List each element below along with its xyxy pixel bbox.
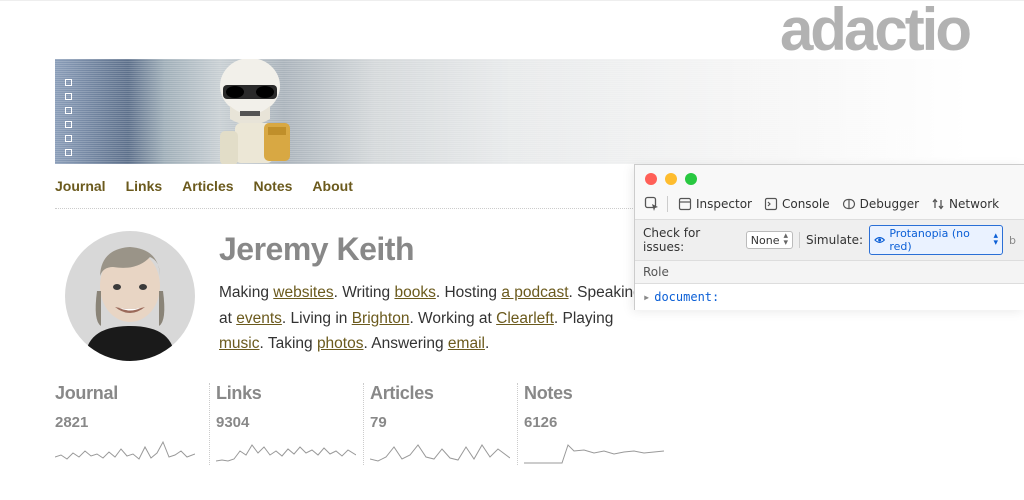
nav-about[interactable]: About (312, 178, 352, 194)
devtools-tabs: Inspector Console Debugger Network (635, 191, 1024, 220)
eye-icon (874, 235, 885, 245)
stat-links[interactable]: Links 9304 (209, 383, 363, 465)
tree-node-document[interactable]: document: (654, 290, 719, 304)
simulate-select[interactable]: Protanopia (no red) ▴▾ (869, 225, 1003, 255)
link-websites[interactable]: websites (273, 284, 333, 301)
nav-articles[interactable]: Articles (182, 178, 233, 194)
role-column-header: Role (635, 261, 1024, 284)
link-brighton[interactable]: Brighton (352, 310, 410, 327)
stat-journal[interactable]: Journal 2821 (55, 383, 209, 465)
site-title[interactable]: adactio (780, 0, 969, 64)
header-banner (55, 59, 969, 164)
link-email[interactable]: email (448, 335, 485, 352)
profile-name: Jeremy Keith (219, 231, 659, 268)
stat-notes[interactable]: Notes 6126 (517, 383, 671, 465)
truncated-text: b (1009, 234, 1016, 247)
profile-avatar (65, 231, 195, 361)
minimize-icon[interactable] (665, 173, 677, 185)
nav-notes[interactable]: Notes (254, 178, 293, 194)
tab-network[interactable]: Network (927, 195, 1003, 213)
profile-bio: Jeremy Keith Making websites. Writing bo… (219, 231, 659, 361)
link-podcast[interactable]: a podcast (501, 284, 568, 301)
sparkline (55, 437, 195, 465)
link-clearleft[interactable]: Clearleft (496, 310, 554, 327)
debugger-icon (842, 197, 856, 211)
stat-count: 2821 (55, 414, 209, 431)
issues-label: Check for issues: (643, 226, 740, 254)
element-picker-icon[interactable] (643, 195, 661, 213)
stat-count: 9304 (216, 414, 363, 431)
devtools-panel: Inspector Console Debugger Network Check… (634, 164, 1024, 310)
tab-inspector[interactable]: Inspector (674, 195, 756, 213)
link-events[interactable]: events (236, 310, 282, 327)
nav-links[interactable]: Links (126, 178, 163, 194)
stat-label: Articles (370, 383, 517, 404)
stat-label: Links (216, 383, 363, 404)
tab-debugger[interactable]: Debugger (838, 195, 923, 213)
tab-console[interactable]: Console (760, 195, 834, 213)
select-arrows-icon: ▴▾ (784, 233, 789, 247)
select-arrows-icon: ▴▾ (993, 233, 998, 247)
network-icon (931, 197, 945, 211)
console-icon (764, 197, 778, 211)
close-icon[interactable] (645, 173, 657, 185)
link-music[interactable]: music (219, 335, 259, 352)
stats-row: Journal 2821 Links 9304 Articles 79 Note… (55, 377, 969, 465)
stat-articles[interactable]: Articles 79 (363, 383, 517, 465)
stat-count: 79 (370, 414, 517, 431)
stat-label: Journal (55, 383, 209, 404)
inspector-icon (678, 197, 692, 211)
decorative-squares (65, 79, 72, 156)
sparkline (524, 437, 664, 465)
profile-description: Making websites. Writing books. Hosting … (219, 280, 659, 357)
sparkline (370, 437, 510, 465)
simulate-label: Simulate: (806, 233, 863, 247)
accessibility-tree: ▸ document: (635, 284, 1024, 310)
link-photos[interactable]: photos (317, 335, 364, 352)
stormtrooper-image (190, 59, 340, 164)
accessibility-toolbar: Check for issues: None ▴▾ Simulate: Prot… (635, 220, 1024, 261)
window-controls (635, 165, 1024, 191)
nav-journal[interactable]: Journal (55, 178, 106, 194)
stat-label: Notes (524, 383, 671, 404)
stat-count: 6126 (524, 414, 671, 431)
link-books[interactable]: books (394, 284, 435, 301)
tree-twisty-icon[interactable]: ▸ (643, 290, 650, 304)
sparkline (216, 437, 356, 465)
issues-select[interactable]: None ▴▾ (746, 231, 793, 249)
zoom-icon[interactable] (685, 173, 697, 185)
